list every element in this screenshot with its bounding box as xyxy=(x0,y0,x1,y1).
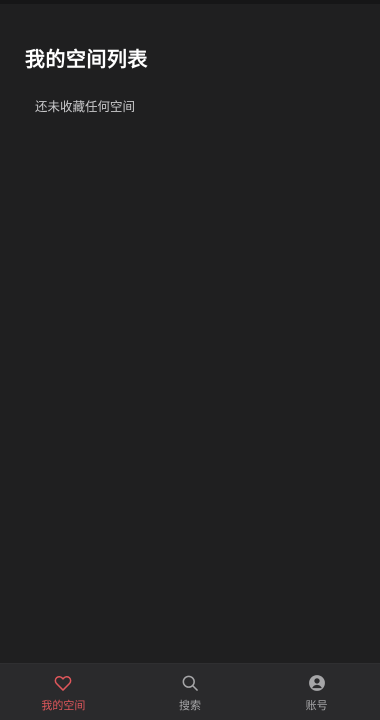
bottom-tab-bar: 我的空间 搜索 账号 xyxy=(0,663,380,720)
page-title: 我的空间列表 xyxy=(25,47,148,71)
tab-account[interactable]: 账号 xyxy=(253,664,380,720)
search-icon xyxy=(182,675,198,691)
account-icon xyxy=(308,675,325,691)
heart-icon xyxy=(54,675,72,691)
status-bar xyxy=(0,0,380,4)
tab-search[interactable]: 搜索 xyxy=(127,664,254,720)
app-screen: 我的空间列表 还未收藏任何空间 我的空间 搜索 账号 xyxy=(0,0,380,720)
empty-state-message: 还未收藏任何空间 xyxy=(35,99,136,114)
tab-label-account: 账号 xyxy=(305,699,328,712)
tab-label-search: 搜索 xyxy=(179,699,201,712)
tab-label-my-spaces: 我的空间 xyxy=(41,699,86,712)
tab-my-spaces[interactable]: 我的空间 xyxy=(0,664,127,720)
